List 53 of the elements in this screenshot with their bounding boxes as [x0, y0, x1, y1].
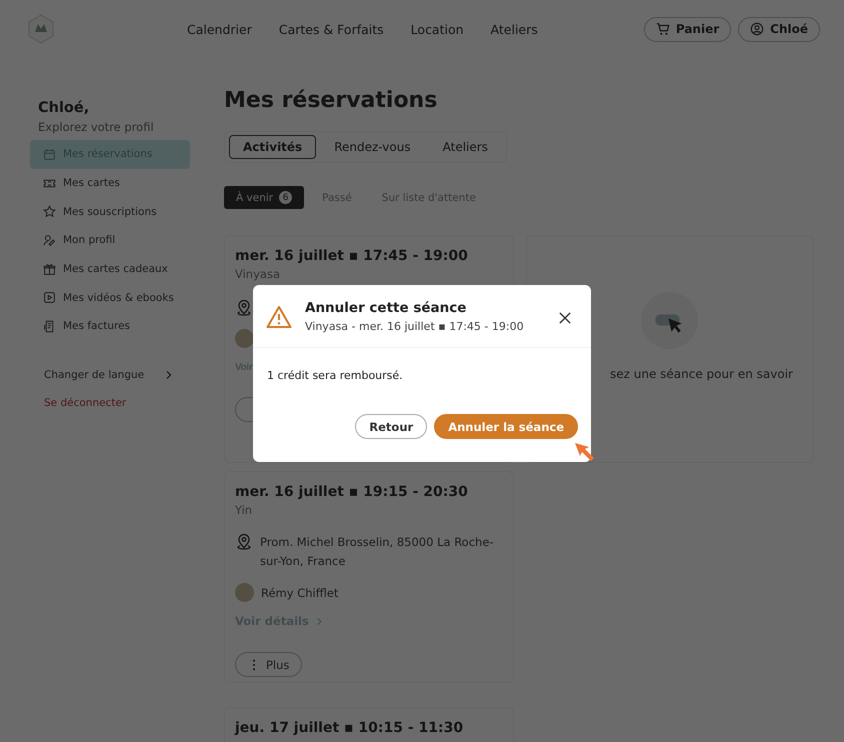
- location-address: Prom. Michel Brosselin, 85000 La Roche-sur-Yon, France: [260, 534, 495, 570]
- chevron-right-icon: [164, 370, 174, 380]
- user-edit-icon: [43, 234, 56, 247]
- sidebar-item[interactable]: Mes souscriptions: [30, 197, 190, 226]
- profile-subtitle: Explorez votre profil: [37, 119, 155, 136]
- cart-icon: [656, 22, 670, 36]
- nav-link[interactable]: Calendrier: [187, 22, 252, 36]
- nav-link[interactable]: Location: [410, 22, 464, 36]
- booking-time: mer. 16 juillet ▪ 17:45 - 19:00: [235, 248, 469, 264]
- more-dots-icon: [252, 658, 256, 670]
- tab[interactable]: Rendez-vous: [320, 135, 425, 159]
- avatar: [235, 583, 254, 602]
- tab[interactable]: Activités: [229, 135, 316, 159]
- account-button[interactable]: Chloé: [738, 16, 820, 42]
- chevron-right-icon: [314, 616, 324, 626]
- receipt-icon: [43, 320, 56, 333]
- dialog-title: Annuler cette séance: [305, 300, 468, 316]
- calendar-icon: [43, 148, 56, 161]
- sidebar-item[interactable]: Mes cartes: [30, 168, 190, 198]
- gift-icon: [43, 262, 56, 276]
- star-icon: [43, 205, 56, 218]
- activity-name: Vinyasa: [235, 267, 281, 281]
- cart-button[interactable]: Panier: [644, 16, 732, 42]
- greeting: Chloé,: [37, 100, 90, 116]
- nav-link[interactable]: Ateliers: [490, 22, 538, 36]
- avatar: [235, 329, 254, 348]
- sidebar-item[interactable]: Mes cartes cadeaux: [30, 254, 190, 284]
- sidebar-item[interactable]: Mon profil: [30, 226, 190, 255]
- dialog-button[interactable]: Retour: [355, 414, 428, 439]
- dialog-message: 1 crédit sera remboursé.: [266, 368, 404, 382]
- warning-icon: [266, 305, 292, 329]
- location-pin-icon: [235, 299, 253, 317]
- nav-link[interactable]: Cartes & Forfaits: [278, 22, 384, 36]
- instructor-name: Rémy Chifflet: [261, 586, 338, 600]
- logout-link[interactable]: Se déconnecter: [44, 396, 190, 409]
- sidebar-item[interactable]: Mes factures: [30, 312, 190, 341]
- activity-name: Yin: [235, 503, 254, 517]
- user-icon: [750, 22, 764, 36]
- filter-chip[interactable]: À venir 6: [224, 186, 304, 209]
- close-icon[interactable]: [559, 312, 571, 324]
- dialog-subtitle: Vinyasa - mer. 16 juillet ▪ 17:45 - 19:00: [305, 320, 525, 333]
- booking-time: jeu. 17 juillet ▪ 10:15 - 11:30: [235, 720, 464, 736]
- more-button[interactable]: Plus: [235, 652, 302, 677]
- page-title: Mes réservations: [224, 88, 438, 113]
- panel-hint: sez une séance pour en savoir: [610, 367, 793, 381]
- language-menu[interactable]: Changer de langue: [44, 368, 174, 381]
- play-icon: [43, 291, 56, 304]
- sidebar-item[interactable]: Mes vidéos & ebooks: [30, 283, 190, 312]
- dialog-button[interactable]: Annuler la séance: [434, 414, 578, 439]
- cursor-click-icon: [641, 292, 698, 349]
- booking-time: mer. 16 juillet ▪ 19:15 - 20:30: [235, 484, 469, 500]
- tab[interactable]: Ateliers: [428, 135, 502, 159]
- location-pin-icon: [235, 533, 253, 551]
